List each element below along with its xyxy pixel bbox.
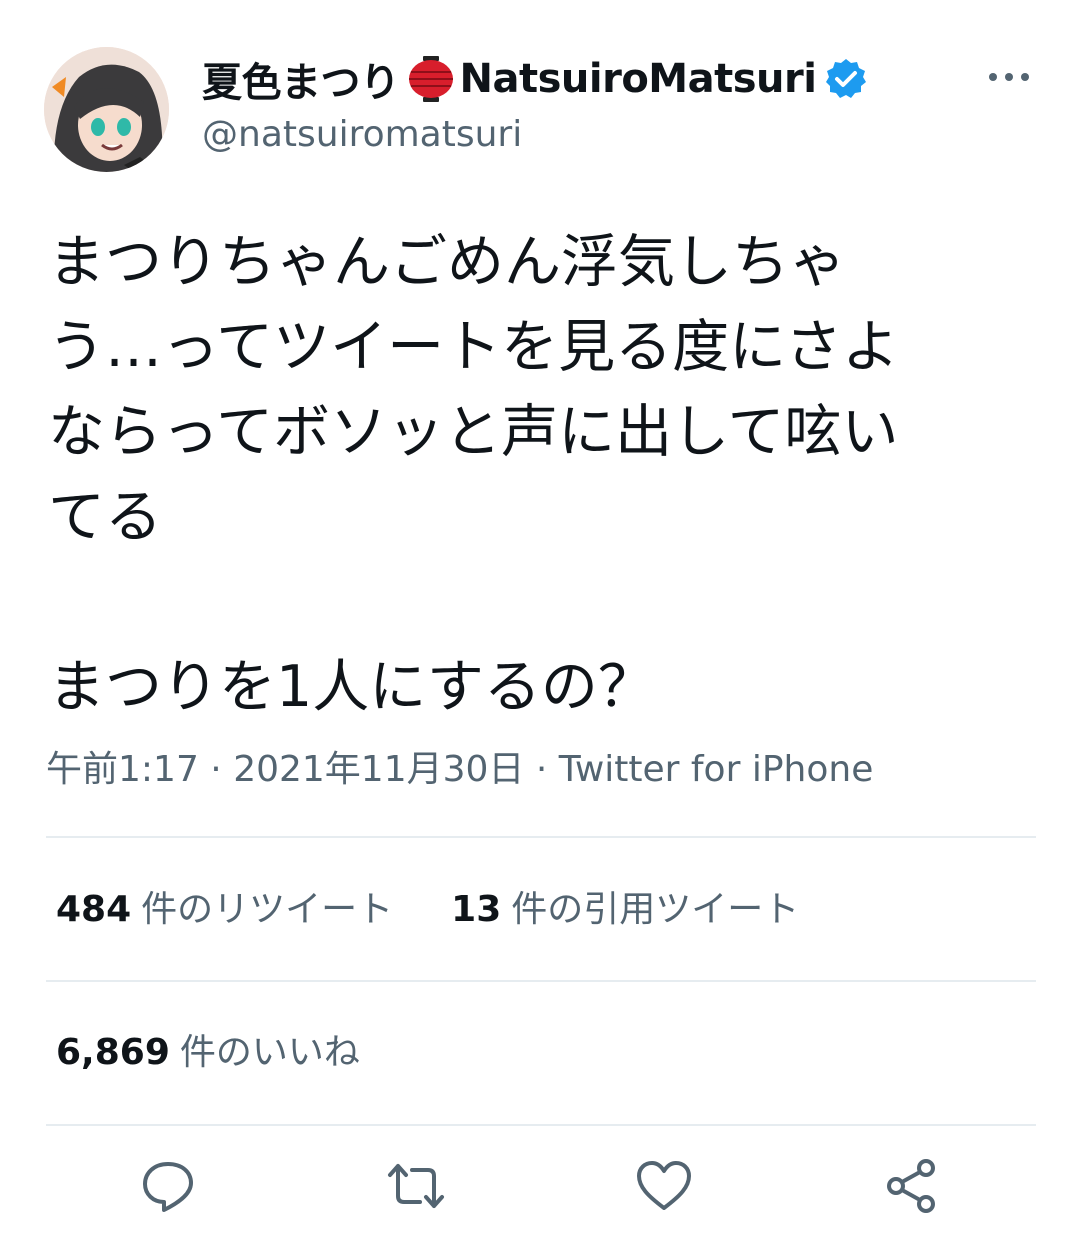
avatar[interactable]: [44, 47, 169, 172]
divider: [46, 980, 1036, 982]
retweets-label: 件のリツイート: [141, 889, 394, 930]
reply-button[interactable]: [133, 1151, 203, 1221]
tweet-text: まつりちゃんごめん浮気しちゃ う…ってツイートを見る度にさよ ならってボソッと声…: [48, 229, 900, 720]
retweet-icon: [388, 1164, 444, 1208]
divider: [46, 836, 1036, 838]
more-options-icon[interactable]: [986, 60, 1032, 94]
reply-icon: [143, 1162, 193, 1212]
likes-stat[interactable]: 6,869 件のいいね: [56, 1023, 360, 1075]
like-button[interactable]: [629, 1151, 699, 1221]
tweet-source[interactable]: Twitter for iPhone: [559, 749, 874, 790]
verified-badge-icon: [824, 57, 868, 101]
meta-separator: ·: [524, 749, 559, 790]
meta-separator: ·: [198, 749, 234, 790]
retweets-stat[interactable]: 484 件のリツイート: [56, 880, 393, 932]
likes-count: 6,869: [56, 1032, 170, 1073]
share-icon: [887, 1159, 935, 1213]
quotes-label: 件の引用ツイート: [511, 889, 800, 930]
display-name-suffix[interactable]: NatsuiroMatsuri: [460, 56, 817, 102]
likes-label: 件のいいね: [179, 1032, 360, 1073]
lantern-icon: [406, 54, 456, 104]
quotes-stat[interactable]: 13 件の引用ツイート: [451, 880, 799, 932]
stats-row: 484 件のリツイート 13 件の引用ツイート: [56, 880, 799, 932]
retweet-button[interactable]: [381, 1151, 451, 1221]
retweets-count: 484: [56, 889, 132, 930]
author-handle[interactable]: @natsuiromatsuri: [202, 114, 522, 155]
like-icon: [637, 1161, 691, 1210]
tweet-date[interactable]: 2021年11月30日: [233, 749, 524, 790]
tweet-meta: 午前1:17 · 2021年11月30日 · Twitter for iPhon…: [46, 740, 873, 792]
quotes-count: 13: [451, 889, 502, 930]
share-button[interactable]: [877, 1151, 947, 1221]
tweet-time[interactable]: 午前1:17: [46, 749, 199, 790]
divider: [46, 1124, 1036, 1126]
author-name-row[interactable]: 夏色まつり NatsuiroMatsuri: [202, 54, 868, 106]
display-name[interactable]: 夏色まつり: [202, 50, 400, 108]
